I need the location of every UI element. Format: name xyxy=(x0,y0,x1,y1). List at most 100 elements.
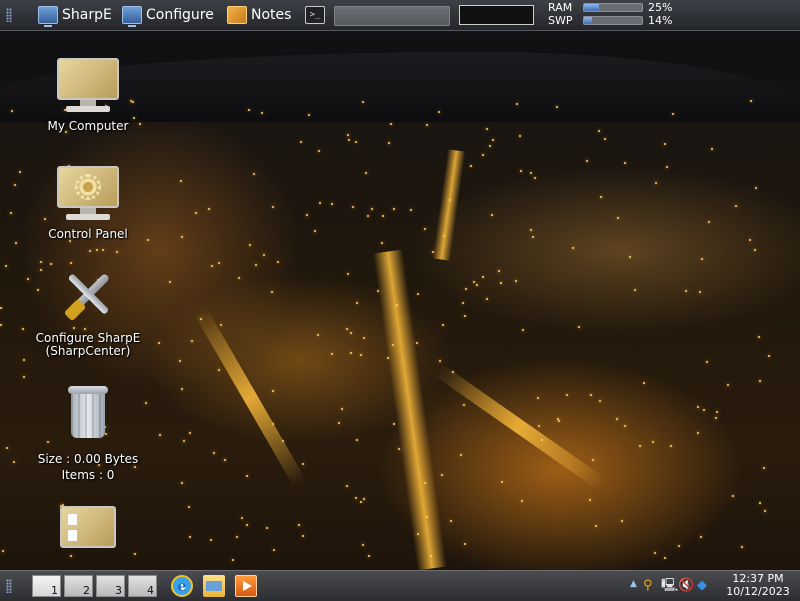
city-light xyxy=(699,291,701,293)
city-light xyxy=(210,539,212,541)
city-light xyxy=(759,380,761,382)
city-light xyxy=(600,196,602,198)
city-light xyxy=(516,103,518,105)
city-light xyxy=(617,217,619,219)
terminal-icon[interactable]: >_ xyxy=(305,6,325,24)
panel-grip-left[interactable] xyxy=(6,8,12,22)
workspace-2[interactable]: 2 xyxy=(64,575,93,597)
desktop-icon-my-computer[interactable]: My Computer xyxy=(36,58,140,133)
city-light xyxy=(213,452,215,454)
city-light xyxy=(232,559,234,561)
workspace-1[interactable]: 1 xyxy=(32,575,61,597)
tray-expand-arrow-icon[interactable]: ▲ xyxy=(630,579,637,589)
city-light xyxy=(521,500,523,502)
desktop-icon-label: Control Panel xyxy=(48,227,128,241)
search-icon[interactable]: ⚲ xyxy=(643,578,653,594)
notes-icon xyxy=(227,6,247,24)
launcher-notes[interactable]: Notes xyxy=(227,4,291,26)
city-light xyxy=(158,342,160,344)
city-light xyxy=(534,177,536,179)
city-light xyxy=(220,324,222,326)
desktop-icon-label: My Computer xyxy=(47,119,129,133)
city-light xyxy=(352,206,354,208)
launcher-label: Notes xyxy=(251,7,292,23)
desktop-icon-documents[interactable] xyxy=(36,506,140,548)
city-light xyxy=(271,291,273,293)
city-light xyxy=(666,166,668,168)
city-light xyxy=(169,281,171,283)
control-panel-icon xyxy=(36,166,140,220)
city-light xyxy=(356,439,358,441)
city-light xyxy=(318,150,320,152)
taskbar-grip[interactable] xyxy=(6,579,12,593)
city-light xyxy=(538,425,540,427)
clock-time: 12:37 PM xyxy=(732,572,784,585)
city-light xyxy=(426,124,428,126)
city-light xyxy=(463,404,465,406)
city-light xyxy=(272,423,274,425)
city-light xyxy=(522,329,524,331)
media-player-icon[interactable] xyxy=(235,575,257,597)
recycle-bin-items: Items : 0 xyxy=(61,468,115,482)
city-light xyxy=(236,536,238,538)
workspace-4[interactable]: 4 xyxy=(128,575,157,597)
city-light xyxy=(624,425,626,427)
launcher-configure[interactable]: Configure xyxy=(122,4,214,27)
city-light xyxy=(218,262,220,264)
city-light xyxy=(218,369,220,371)
network-icon[interactable]: 🖳 xyxy=(661,578,678,594)
volume-muted-icon[interactable]: 🔇 xyxy=(678,578,694,594)
city-light xyxy=(147,239,149,241)
city-light xyxy=(541,439,543,441)
file-explorer-icon[interactable] xyxy=(203,575,225,597)
city-light xyxy=(241,517,243,519)
city-light xyxy=(19,171,21,173)
panel-input-field[interactable] xyxy=(334,6,450,26)
city-light xyxy=(23,359,25,361)
city-light xyxy=(426,516,428,518)
city-light xyxy=(70,262,72,264)
internet-explorer-icon[interactable]: e xyxy=(171,575,193,597)
city-light xyxy=(355,497,357,499)
city-light xyxy=(382,215,384,217)
city-light xyxy=(224,459,226,461)
city-light xyxy=(621,520,623,522)
city-light xyxy=(735,205,737,207)
desktop-icon-configure-sharpe[interactable]: Configure SharpE (SharpCenter) xyxy=(28,266,148,358)
city-light xyxy=(189,536,191,538)
city-light xyxy=(624,162,626,164)
launcher-sharpe[interactable]: SharpE xyxy=(38,4,112,27)
taskbar-clock[interactable]: 12:37 PM 10/12/2023 xyxy=(720,572,796,598)
computer-icon xyxy=(36,58,140,112)
city-light xyxy=(599,400,601,402)
city-light xyxy=(273,549,275,551)
city-light xyxy=(473,281,475,283)
city-light xyxy=(452,371,454,373)
city-light xyxy=(363,337,365,339)
city-light xyxy=(557,418,559,420)
city-light xyxy=(261,112,263,114)
dropbox-icon[interactable]: ◆ xyxy=(697,578,707,594)
city-light xyxy=(572,247,574,249)
city-light xyxy=(758,336,760,338)
city-light xyxy=(639,445,641,447)
city-light xyxy=(598,130,600,132)
city-light xyxy=(643,382,645,384)
city-light xyxy=(727,384,729,386)
city-light xyxy=(300,141,302,143)
panel-text-field[interactable] xyxy=(459,5,534,25)
city-light xyxy=(360,354,362,356)
city-light xyxy=(191,340,193,342)
city-light xyxy=(532,236,534,238)
city-light xyxy=(302,463,304,465)
city-light xyxy=(363,498,365,500)
desktop-icon-recycle-bin[interactable]: Size : 0.00 Bytes Items : 0 xyxy=(28,386,148,482)
city-light xyxy=(102,249,104,251)
city-light xyxy=(314,230,316,232)
city-light xyxy=(491,214,493,216)
city-light xyxy=(89,250,91,252)
city-light xyxy=(13,461,15,463)
desktop-icon-control-panel[interactable]: Control Panel xyxy=(36,166,140,241)
workspace-3[interactable]: 3 xyxy=(96,575,125,597)
city-light xyxy=(768,355,770,357)
